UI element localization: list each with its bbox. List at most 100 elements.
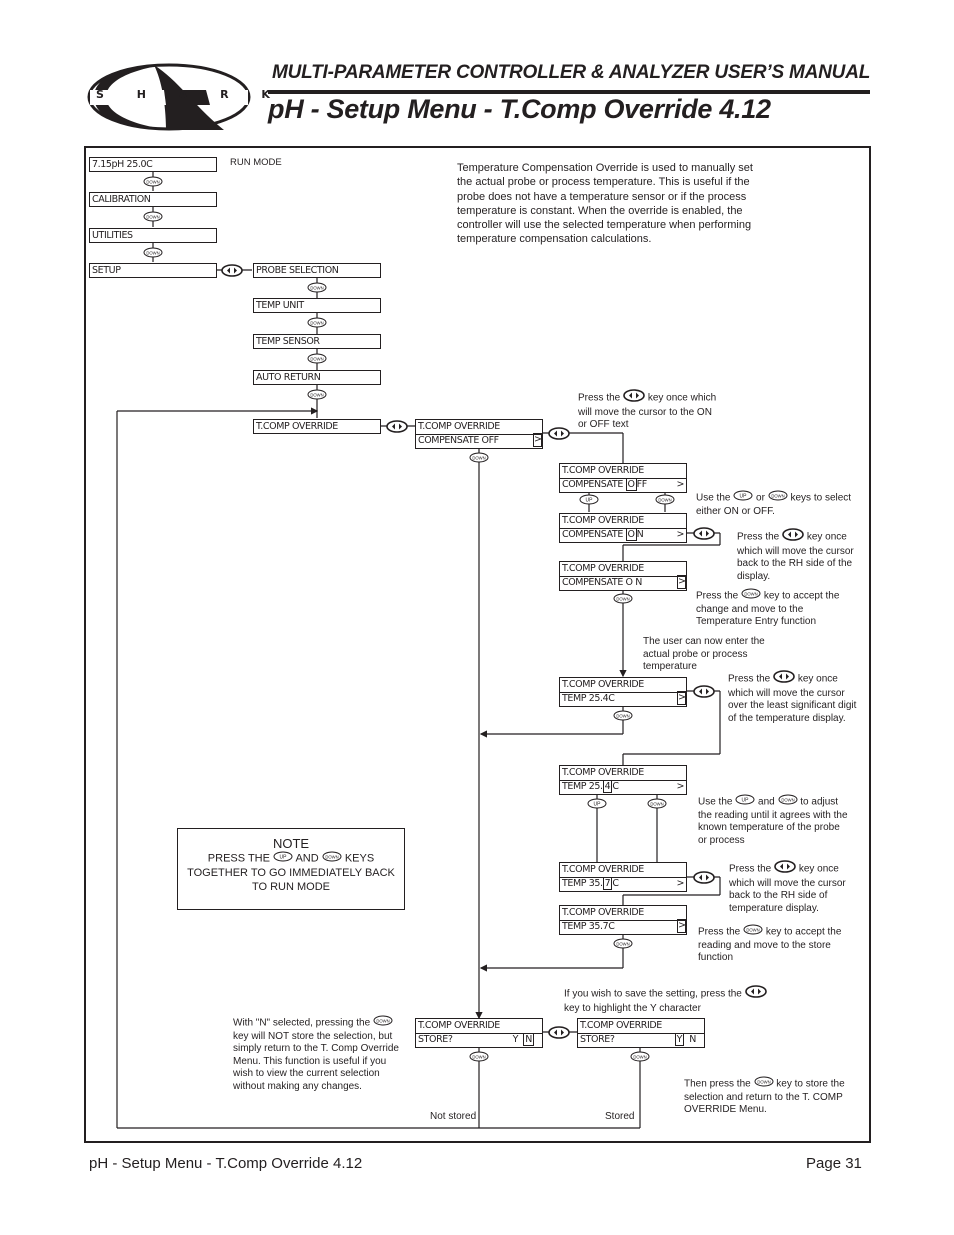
screen-compensate-on: T.COMP OVERRIDE COMPENSATE O N > — [559, 561, 687, 591]
menu-item-utilities[interactable]: UTILITIES — [89, 228, 217, 243]
down-key-icon: DOWN — [768, 490, 788, 506]
annotation-cursor-back-rh-temp: Press the key once which will move the c… — [729, 860, 854, 915]
setup-item-tcomp-override[interactable]: T.COMP OVERRIDE — [253, 419, 381, 434]
footer-rule — [84, 1141, 871, 1143]
menu-item-setup[interactable]: SETUP — [89, 263, 217, 278]
setup-item-temp-sensor[interactable]: TEMP SENSOR — [253, 334, 381, 349]
cursor-arrow: > — [676, 479, 684, 490]
screen-value: TEMP 25.4C — [562, 693, 615, 704]
annotation-text: Press the — [729, 863, 772, 875]
svg-text:DOWN: DOWN — [472, 1055, 485, 1060]
annotation-move-cursor-on-off: Press the key once which will move the c… — [578, 389, 718, 432]
screen-value: COMPENSATE — [562, 529, 626, 540]
screen-title: T.COMP OVERRIDE — [560, 766, 686, 781]
down-key-icon: DOWN — [655, 494, 675, 505]
down-key-icon: DOWN — [143, 211, 163, 222]
down-key-icon: DOWN — [469, 452, 489, 463]
up-key-icon: UP — [579, 494, 599, 505]
down-key-icon: DOWN — [613, 938, 633, 949]
annotation-text: Use the — [698, 796, 733, 808]
screen-value: COMPENSATE O N — [562, 577, 642, 588]
annotation-enter-temperature: The user can now enter the actual probe … — [643, 636, 765, 672]
annotation-text: Press the — [737, 531, 780, 543]
svg-text:DOWN: DOWN — [310, 321, 323, 326]
down-key-icon: DOWN — [613, 593, 633, 604]
down-key-icon: DOWN — [307, 389, 327, 400]
annotation-text: Press the — [728, 673, 771, 685]
run-mode-display: 7.15pH 25.0C — [89, 157, 217, 172]
annotation-store-selection: Then press the DOWN key to store the sel… — [684, 1076, 854, 1117]
screen-store-y: T.COMP OVERRIDE STORE? Y N — [577, 1018, 705, 1048]
screen-cursor-off: T.COMP OVERRIDE COMPENSATE O FF > — [559, 463, 687, 493]
svg-text:DOWN: DOWN — [771, 494, 784, 499]
svg-text:UP: UP — [742, 798, 750, 804]
screen-value-suffix: N — [636, 529, 644, 540]
screen-value: STORE? — [580, 1034, 615, 1045]
page-number: Page 31 — [806, 1155, 862, 1172]
annotation-text: key will NOT store the selection, but si… — [233, 1030, 399, 1092]
description-text: Temperature Compensation Override is use… — [457, 162, 753, 246]
down-key-icon: DOWN — [307, 282, 327, 293]
svg-text:DOWN: DOWN — [633, 1055, 646, 1060]
annotation-text: Press the — [578, 392, 621, 404]
screen-temp-35-7: T.COMP OVERRIDE TEMP 35.7C > — [559, 905, 687, 935]
setup-item-probe-selection[interactable]: PROBE SELECTION — [253, 263, 381, 278]
annotation-text: or — [756, 492, 765, 504]
up-key-icon: UP — [273, 851, 293, 866]
svg-text:DOWN: DOWN — [146, 251, 159, 256]
down-key-icon: DOWN — [743, 924, 763, 940]
cursor-arrow: > — [677, 919, 686, 933]
screen-value: TEMP 35. — [562, 878, 603, 889]
left-right-key-icon — [782, 528, 804, 546]
cursor-arrow: > — [676, 529, 684, 540]
screen-title: T.COMP OVERRIDE — [560, 562, 686, 577]
note-title: NOTE — [272, 836, 310, 851]
screen-temp-25-4: T.COMP OVERRIDE TEMP 25.4C > — [559, 677, 687, 707]
svg-text:DOWN: DOWN — [376, 1019, 389, 1024]
cursor-char: O — [625, 528, 637, 541]
cursor-char: 4 — [602, 780, 613, 793]
svg-text:DOWN: DOWN — [472, 456, 485, 461]
screen-value-suffix: C — [612, 878, 619, 889]
store-y-selected: Y — [674, 1033, 685, 1046]
svg-text:UP: UP — [280, 855, 288, 861]
svg-text:DOWN: DOWN — [310, 393, 323, 398]
left-right-key-icon — [623, 389, 645, 407]
annotation-text: key to highlight the Y character — [564, 1002, 701, 1014]
screen-title: T.COMP OVERRIDE — [416, 420, 542, 435]
annotation-text: With "N" selected, pressing the — [233, 1017, 371, 1029]
screen-temp-cursor-7: T.COMP OVERRIDE TEMP 35. 7 C > — [559, 862, 687, 892]
down-key-icon: DOWN — [143, 247, 163, 258]
annotation-accept-change: Press the DOWN key to accept the change … — [696, 588, 861, 629]
down-key-icon: DOWN — [373, 1015, 393, 1031]
down-key-icon: DOWN — [143, 176, 163, 187]
annotation-select-on-off: Use the UP or DOWN keys to select either… — [696, 490, 856, 518]
annotation-text: Press the — [698, 926, 741, 938]
screen-cursor-on: T.COMP OVERRIDE COMPENSATE ON > — [559, 513, 687, 543]
store-n: N — [689, 1034, 696, 1045]
svg-text:DOWN: DOWN — [616, 597, 629, 602]
down-key-icon: DOWN — [630, 1051, 650, 1062]
screen-value: COMPENSATE OFF — [418, 435, 499, 446]
svg-text:DOWN: DOWN — [658, 498, 671, 503]
screen-value: COMPENSATE — [562, 479, 626, 490]
down-key-icon: DOWN — [741, 588, 761, 604]
annotation-n-not-stored: With "N" selected, pressing the DOWN key… — [233, 1015, 408, 1093]
down-key-icon: DOWN — [613, 710, 633, 721]
note-box: NOTE PRESS THE UP AND DOWN KEYS TOGETHER… — [177, 828, 405, 910]
screen-title: T.COMP OVERRIDE — [560, 863, 686, 878]
setup-item-auto-return[interactable]: AUTO RETURN — [253, 370, 381, 385]
svg-text:DOWN: DOWN — [146, 180, 159, 185]
svg-text:DOWN: DOWN — [616, 942, 629, 947]
down-key-icon: DOWN — [307, 353, 327, 364]
annotation-text: Press the — [696, 590, 739, 602]
svg-text:DOWN: DOWN — [146, 215, 159, 220]
setup-item-temp-unit[interactable]: TEMP UNIT — [253, 298, 381, 313]
up-key-icon: UP — [733, 490, 753, 506]
down-key-icon: DOWN — [307, 317, 327, 328]
left-right-key-icon — [693, 685, 715, 698]
down-key-icon: DOWN — [322, 851, 342, 866]
menu-item-calibration[interactable]: CALIBRATION — [89, 192, 217, 207]
annotation-text: Use the — [696, 492, 731, 504]
cursor-char: O — [625, 478, 637, 491]
